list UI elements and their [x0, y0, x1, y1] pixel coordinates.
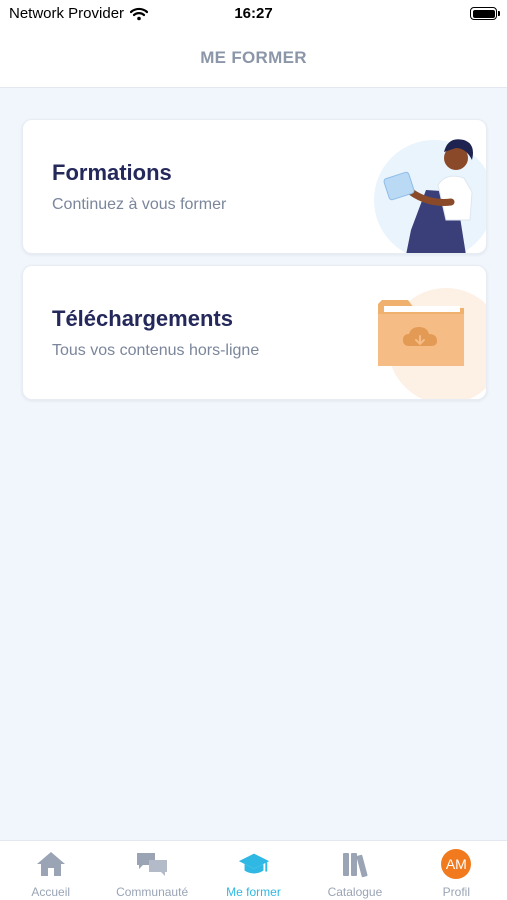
tab-profil[interactable]: AM Profil: [406, 841, 507, 900]
page-title: ME FORMER: [200, 47, 307, 67]
avatar: AM: [441, 849, 472, 879]
card-title: Téléchargements: [52, 306, 233, 331]
status-time: 16:27: [234, 5, 273, 22]
tab-label: Accueil: [31, 885, 71, 899]
tab-bar: Accueil Communauté Me former Catalogue A…: [0, 840, 507, 900]
tab-me-former[interactable]: Me former: [203, 841, 304, 900]
home-icon: [34, 849, 68, 879]
chat-bubbles-icon: [135, 849, 169, 879]
battery-icon: [470, 7, 500, 20]
folder-download-icon: [378, 288, 486, 399]
page-header: ME FORMER: [0, 28, 507, 88]
tab-label: Profil: [442, 885, 470, 899]
tab-catalogue[interactable]: Catalogue: [304, 841, 405, 900]
tab-label: Catalogue: [327, 885, 383, 899]
person-reading-tablet-illustration: [374, 139, 486, 253]
card-title: Formations: [52, 160, 172, 185]
formations-card[interactable]: Formations Continuez à vous former: [22, 119, 487, 254]
tab-label: Me former: [226, 885, 281, 899]
tab-accueil[interactable]: Accueil: [0, 841, 101, 900]
status-bar: Network Provider 16:27: [0, 0, 507, 28]
downloads-card[interactable]: Téléchargements Tous vos contenus hors-l…: [22, 265, 487, 400]
books-icon: [338, 849, 372, 879]
graduation-cap-icon: [237, 849, 271, 879]
card-subtitle: Tous vos contenus hors-ligne: [52, 342, 260, 359]
tab-label: Communauté: [116, 885, 189, 899]
tab-communaute[interactable]: Communauté: [101, 841, 202, 900]
card-subtitle: Continuez à vous former: [52, 196, 227, 213]
